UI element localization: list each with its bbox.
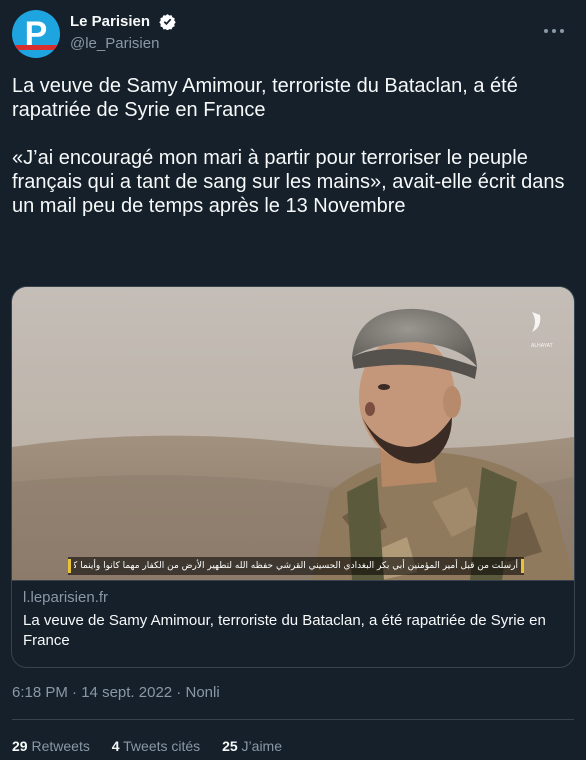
card-domain: l.leparisien.fr <box>23 589 109 606</box>
retweets-label: Retweets <box>31 738 90 754</box>
tweet-date[interactable]: 14 sept. 2022 <box>81 684 172 701</box>
tweet-text: La veuve de Samy Amimour, terroriste du … <box>12 74 572 218</box>
tweet-paragraph: La veuve de Samy Amimour, terroriste du … <box>12 75 518 121</box>
tweet-time[interactable]: 6:18 PM <box>12 684 68 701</box>
divider <box>12 719 574 720</box>
link-preview-card[interactable]: ALHAYAT أرسلت من قبل أمير المؤمنين أبي ب… <box>11 286 575 668</box>
author-names: Le Parisien @le_Parisien <box>70 13 176 52</box>
retweets-count: 29 <box>12 738 28 754</box>
tweet-source[interactable]: Nonli <box>185 684 219 701</box>
likes-label: J’aime <box>241 738 283 754</box>
likes-stat[interactable]: 25 J’aime <box>222 738 282 754</box>
card-photo: ALHAYAT <box>12 287 574 580</box>
likes-count: 25 <box>222 738 238 754</box>
watermark-text: ALHAYAT <box>531 343 553 349</box>
tweet-header: P Le Parisien @le_Parisien <box>12 10 574 62</box>
avatar-logo-letter: P <box>24 15 48 53</box>
verified-badge-icon <box>158 14 176 31</box>
more-options-icon[interactable] <box>542 20 566 33</box>
card-image[interactable]: ALHAYAT أرسلت من قبل أمير المؤمنين أبي ب… <box>12 287 574 580</box>
quotes-stat[interactable]: 4 Tweets cités <box>112 738 200 754</box>
retweets-stat[interactable]: 29 Retweets <box>12 738 90 754</box>
image-caption: أرسلت من قبل أمير المؤمنين أبي بكر البغد… <box>74 561 518 571</box>
meta-separator: · <box>67 684 82 701</box>
tweet-paragraph: «J’ai encouragé mon mari à partir pour t… <box>12 147 565 217</box>
quotes-label: Tweets cités <box>123 738 201 754</box>
avatar[interactable]: P <box>12 10 60 58</box>
author-handle[interactable]: @le_Parisien <box>70 35 176 52</box>
tweet-stats: 29 Retweets 4 Tweets cités 25 J’aime <box>12 738 300 754</box>
meta-separator: · <box>172 684 186 701</box>
avatar-logo-stripe <box>12 45 60 50</box>
card-body[interactable]: l.leparisien.fr La veuve de Samy Amimour… <box>12 580 574 667</box>
card-title: La veuve de Samy Amimour, terroriste du … <box>23 612 546 649</box>
author-display-name[interactable]: Le Parisien <box>70 13 150 30</box>
tweet-meta: 6:18 PM · 14 sept. 2022 · Nonli <box>12 684 220 701</box>
quotes-count: 4 <box>111 738 120 754</box>
